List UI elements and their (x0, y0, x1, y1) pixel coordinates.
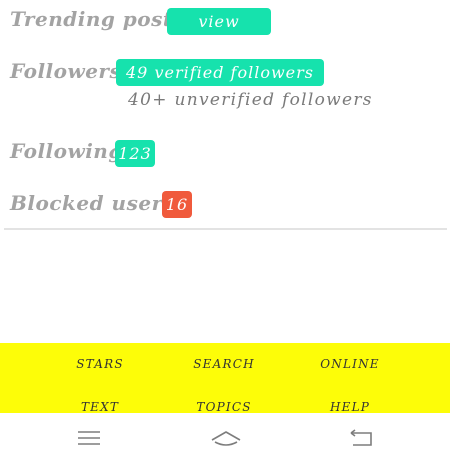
followers-label: Followers: (10, 59, 130, 83)
trending-posts-label: Trending posts: (10, 7, 193, 31)
system-nav-bar (0, 413, 450, 465)
following-label: Following: (10, 139, 131, 163)
following-count-badge[interactable]: 123 (115, 140, 155, 167)
view-trending-button[interactable]: view (167, 8, 271, 35)
divider (4, 228, 447, 230)
home-icon[interactable] (209, 427, 243, 449)
unverified-followers-link[interactable]: 40+ unverified followers (128, 90, 373, 110)
nav-text[interactable]: TEXT (81, 400, 119, 414)
nav-search[interactable]: SEARCH (193, 357, 255, 371)
back-icon[interactable] (348, 427, 376, 449)
nav-stars[interactable]: STARS (76, 357, 124, 371)
nav-online[interactable]: ONLINE (320, 357, 380, 371)
blocked-users-label: Blocked users: (10, 191, 183, 215)
footer-nav-bar: STARS SEARCH ONLINE TEXT TOPICS HELP (0, 343, 450, 414)
verified-followers-button[interactable]: 49 verified followers (116, 59, 324, 86)
nav-topics[interactable]: TOPICS (196, 400, 251, 414)
nav-help[interactable]: HELP (330, 400, 370, 414)
blocked-users-count-badge[interactable]: 16 (162, 191, 192, 218)
menu-icon[interactable] (75, 427, 103, 449)
